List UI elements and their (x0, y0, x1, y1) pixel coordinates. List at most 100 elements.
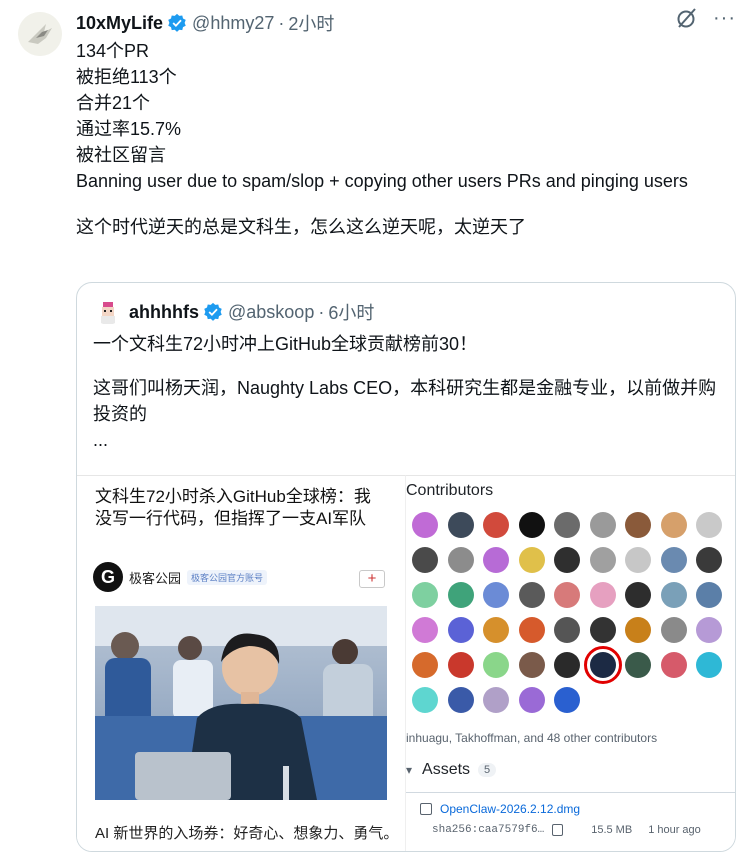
quote-header: ahhhhfs @abskoop · 6小时 (95, 299, 374, 325)
source-name: 极客公园 (129, 570, 182, 586)
contributor-avatar (589, 547, 616, 573)
author-handle[interactable]: @hhmy27 (192, 13, 274, 34)
contributor-avatar (412, 652, 438, 678)
contributor-avatar (483, 547, 509, 573)
author-name[interactable]: 10xMyLife (76, 13, 163, 34)
asset-file-name: OpenClaw-2026.2.12.dmg (440, 802, 581, 816)
media-image-github[interactable]: Contributors inhuagu, Takhoffman, and 48… (405, 475, 735, 851)
contributor-avatar (447, 652, 474, 678)
tweet-line: 被社区留言 (76, 145, 166, 165)
contributor-avatar (447, 617, 474, 643)
tweet-text: 134个PR 被拒绝113个 合并21个 通过率15.7% 被社区留言 Bann… (76, 38, 710, 240)
quote-author-name[interactable]: ahhhhfs (129, 302, 199, 323)
quote-text: 一个文科生72小时冲上GitHub全球贡献榜前30！ 这哥们叫杨天润，Naugh… (93, 331, 719, 453)
contributor-avatar (447, 512, 474, 538)
tweet-closing: 这个时代逆天的总是文科生，怎么这么逆天呢，太逆天了 (76, 217, 526, 237)
contributor-avatar (518, 652, 545, 678)
tweet-time[interactable]: 2小时 (288, 10, 334, 36)
contributor-avatar (660, 652, 687, 678)
contributor-avatar (660, 547, 687, 573)
quote-line: 一个文科生72小时冲上GitHub全球贡献榜前30！ (93, 334, 478, 354)
contributor-avatar (696, 652, 722, 678)
contributor-avatar (625, 547, 651, 573)
contributor-avatar (518, 582, 545, 608)
contributor-avatar (589, 617, 616, 643)
contributor-avatar (518, 617, 545, 643)
divider (406, 792, 735, 793)
tweet-line: 134个PR (76, 41, 150, 61)
contributor-avatar (589, 512, 616, 538)
grok-icon[interactable] (675, 6, 699, 30)
article-headline: 文科生72小时杀入GitHub全球榜：我没写一行代码，但指挥了一支AI军队 (95, 487, 371, 528)
quote-author-avatar[interactable] (95, 299, 121, 325)
contributor-avatar (589, 582, 616, 608)
article-source: G 极客公园 极客公园官方账号 (93, 562, 268, 592)
contributor-avatar (554, 687, 580, 713)
asset-meta: sha256:caa7579f6… 15.5 MB 1 hour ago (432, 824, 733, 836)
contributor-avatar (625, 652, 651, 678)
contributor-avatar (625, 582, 651, 608)
tweet-line: Banning user due to spam/slop + copying … (76, 171, 688, 191)
contributor-avatar (554, 652, 580, 678)
contributor-avatar (483, 687, 509, 713)
article-caption: AI 新世界的入场券：好奇心、想象力、勇气。 (95, 825, 399, 842)
article-photo (95, 606, 387, 800)
contributor-avatar (483, 512, 509, 538)
contributor-avatar (518, 512, 545, 538)
quote-line: 这哥们叫杨天润，Naughty Labs CEO，本科研究生都是金融专业，以前做… (93, 378, 717, 424)
follow-plus-button: + (359, 570, 385, 588)
verified-badge-icon (204, 302, 222, 321)
contributor-avatar (483, 582, 509, 608)
package-icon (420, 803, 432, 815)
assets-label: Assets (422, 761, 471, 778)
source-badge: 极客公园官方账号 (187, 569, 268, 585)
assets-header: ▾ Assets 5 (406, 761, 497, 779)
contributor-avatar (447, 547, 474, 573)
contributor-avatar (696, 547, 722, 573)
source-logo: G (93, 562, 123, 592)
assets-count: 5 (478, 763, 497, 777)
contributor-avatar (696, 582, 722, 608)
tweet-header: 10xMyLife @hhmy27 · 2小时 (76, 10, 730, 36)
contributor-avatar (660, 582, 687, 608)
asset-file: OpenClaw-2026.2.12.dmg (420, 802, 580, 816)
contributor-avatar (696, 512, 722, 538)
contributor-avatar (412, 687, 438, 713)
contributor-avatar (583, 646, 622, 684)
contributor-avatar (447, 687, 474, 713)
quote-ellipsis: ... (93, 430, 109, 450)
contributor-avatar (554, 617, 580, 643)
asset-sha: sha256:caa7579f6… (432, 824, 545, 836)
contributor-avatar (447, 582, 474, 608)
header-actions: ··· (675, 6, 736, 30)
more-icon[interactable]: ··· (713, 8, 736, 28)
chevron-down-icon: ▾ (406, 763, 413, 777)
contributor-avatar (554, 582, 580, 608)
contributor-avatar (412, 582, 438, 608)
media-image-article[interactable]: 文科生72小时杀入GitHub全球榜：我没写一行代码，但指挥了一支AI军队 G … (77, 475, 405, 851)
separator-dot: · (278, 12, 285, 33)
contributor-avatar (412, 617, 438, 643)
asset-size: 15.5 MB (591, 824, 633, 836)
contributor-avatar (518, 687, 545, 713)
contributor-avatar (625, 617, 651, 643)
contributor-avatar (554, 547, 580, 573)
contributor-avatar (625, 512, 651, 538)
contributor-avatar (483, 652, 509, 678)
verified-badge-icon (168, 13, 186, 32)
contributor-avatar (660, 617, 687, 643)
contributors-heading: Contributors (406, 482, 494, 499)
contributor-avatar (483, 617, 509, 643)
contributor-avatar (412, 512, 438, 538)
quote-author-handle[interactable]: @abskoop (228, 302, 314, 323)
tweet-line: 合并21个 (76, 93, 151, 113)
contributor-avatar (696, 617, 722, 643)
quoted-tweet-card[interactable]: ahhhhfs @abskoop · 6小时 一个文科生72小时冲上GitHub… (76, 282, 736, 852)
tweet-line: 通过率15.7% (76, 119, 182, 139)
contributor-avatar (554, 512, 580, 538)
copy-icon (552, 824, 564, 836)
contributor-avatar (518, 547, 545, 573)
separator-dot: · (318, 301, 325, 322)
quote-time[interactable]: 6小时 (328, 299, 374, 325)
author-avatar[interactable] (18, 12, 62, 56)
